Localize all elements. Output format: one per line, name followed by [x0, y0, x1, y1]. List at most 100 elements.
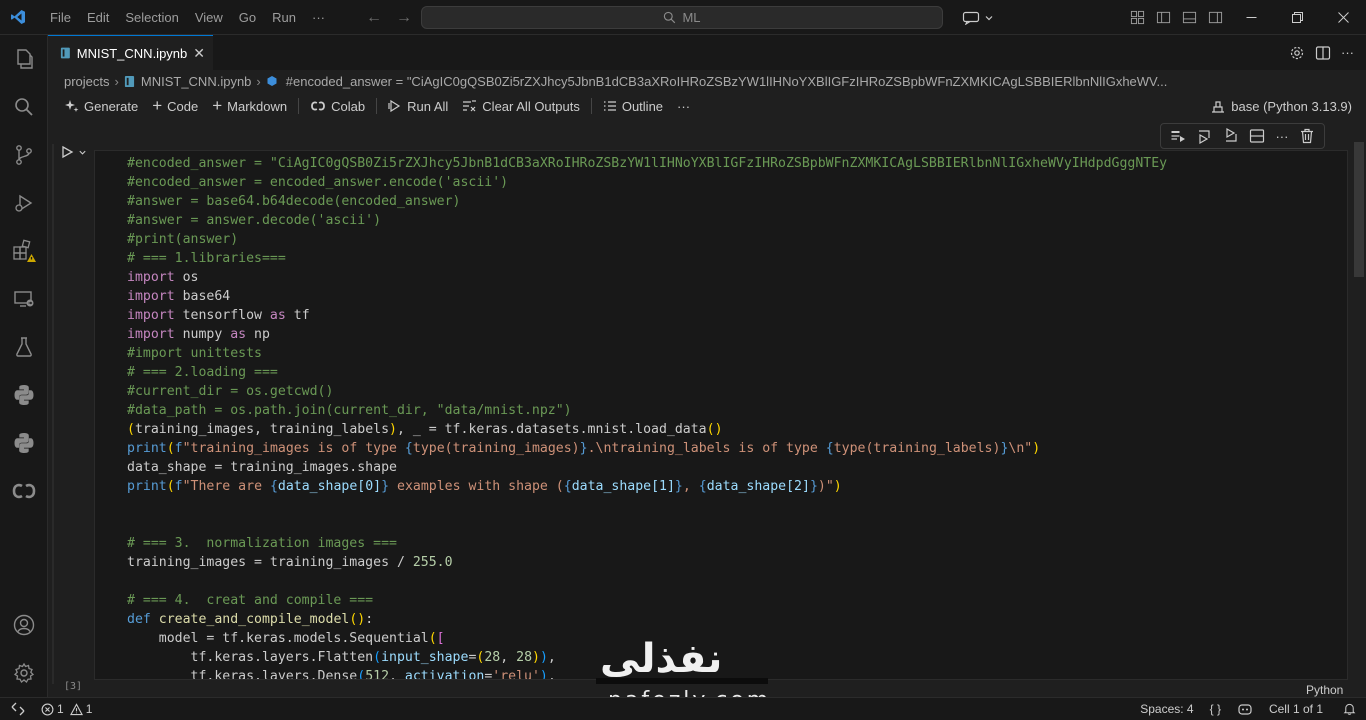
- code-line[interactable]: #data_path = os.path.join(current_dir, "…: [127, 401, 1167, 420]
- code-line[interactable]: #answer = answer.decode('ascii'): [127, 211, 1167, 230]
- code-line[interactable]: training_images = training_images / 255.…: [127, 553, 1167, 572]
- search-view-icon[interactable]: [0, 83, 48, 131]
- code-line[interactable]: import tensorflow as tf: [127, 306, 1167, 325]
- code-line[interactable]: #print(answer): [127, 230, 1167, 249]
- code-token: {: [269, 479, 278, 494]
- run-cell-and-below-icon[interactable]: [1223, 128, 1239, 144]
- manage-gear-icon[interactable]: [0, 649, 48, 697]
- source-control-icon[interactable]: [0, 131, 48, 179]
- code-line[interactable]: #encoded_answer = "CiAgIC0gQSB0Zi5rZXJhc…: [127, 154, 1167, 173]
- python-icon[interactable]: [0, 371, 48, 419]
- menu-more[interactable]: ···: [304, 0, 333, 35]
- restore-icon[interactable]: [1274, 0, 1320, 35]
- vscode-logo-icon[interactable]: [0, 0, 35, 35]
- close-tab-icon[interactable]: ✕: [193, 45, 205, 62]
- explorer-icon[interactable]: [0, 35, 48, 83]
- extensions-icon[interactable]: [0, 227, 48, 275]
- menu-view[interactable]: View: [187, 0, 231, 35]
- split-cell-icon[interactable]: [1249, 128, 1265, 144]
- code-token: }: [674, 479, 683, 494]
- code-line[interactable]: #import unittests: [127, 344, 1167, 363]
- delete-cell-icon[interactable]: [1299, 128, 1315, 144]
- colab-button[interactable]: Colab: [303, 99, 372, 114]
- customize-layout-icon[interactable]: [1124, 0, 1150, 35]
- code-line[interactable]: tf.keras.layers.Flatten(input_shape=(28,…: [127, 648, 1167, 667]
- chevron-down-icon[interactable]: [78, 148, 87, 157]
- code-line[interactable]: model = tf.keras.models.Sequential([: [127, 629, 1167, 648]
- toggle-panel-icon[interactable]: [1176, 0, 1202, 35]
- breadcrumb-file[interactable]: MNIST_CNN.ipynb: [141, 74, 252, 89]
- forward-arrow-icon[interactable]: →: [396, 9, 412, 27]
- code-line[interactable]: def create_and_compile_model():: [127, 610, 1167, 629]
- close-window-icon[interactable]: [1320, 0, 1366, 35]
- code-line[interactable]: #answer = base64.b64decode(encoded_answe…: [127, 192, 1167, 211]
- run-all-button[interactable]: Run All: [381, 99, 455, 114]
- generate-button[interactable]: Generate: [58, 99, 145, 114]
- cell-language-label[interactable]: Python: [1306, 683, 1343, 697]
- code-line[interactable]: (training_images, training_labels), _ = …: [127, 420, 1167, 439]
- code-line[interactable]: [127, 572, 1167, 591]
- code-line[interactable]: import os: [127, 268, 1167, 287]
- code-line[interactable]: import base64: [127, 287, 1167, 306]
- code-line[interactable]: print(f"training_images is of type {type…: [127, 439, 1167, 458]
- cell-position-status[interactable]: Cell 1 of 1: [1259, 702, 1333, 716]
- menu-selection[interactable]: Selection: [117, 0, 186, 35]
- run-debug-icon[interactable]: [0, 179, 48, 227]
- code-line[interactable]: # === 3. normalization images ===: [127, 534, 1167, 553]
- menu-edit[interactable]: Edit: [79, 0, 117, 35]
- clear-all-outputs-button[interactable]: Clear All Outputs: [455, 99, 587, 114]
- toggle-secondary-sidebar-icon[interactable]: [1202, 0, 1228, 35]
- cell-more-actions-icon[interactable]: ···: [1275, 129, 1288, 144]
- code-line[interactable]: #encoded_answer = encoded_answer.encode(…: [127, 173, 1167, 192]
- code-line[interactable]: # === 4. creat and compile ===: [127, 591, 1167, 610]
- copilot-chat-button[interactable]: [953, 6, 1003, 29]
- tab-mnist-notebook[interactable]: MNIST_CNN.ipynb ✕: [48, 35, 213, 70]
- problems-indicator[interactable]: 1 1: [35, 702, 98, 716]
- code-line[interactable]: [127, 515, 1167, 534]
- breadcrumb-folder[interactable]: projects: [64, 74, 110, 89]
- more-toolbar-actions[interactable]: ···: [670, 99, 697, 114]
- indentation-status[interactable]: Spaces: 4: [1134, 702, 1199, 716]
- breadcrumb-symbol[interactable]: #encoded_answer = "CiAgIC0gQSB0Zi5rZXJhc…: [286, 74, 1168, 89]
- code-line[interactable]: # === 2.loading ===: [127, 363, 1167, 382]
- minimize-icon[interactable]: [1228, 0, 1274, 35]
- remote-indicator[interactable]: [0, 698, 35, 720]
- menu-file[interactable]: File: [42, 0, 79, 35]
- toggle-primary-sidebar-icon[interactable]: [1150, 0, 1176, 35]
- testing-icon[interactable]: [0, 323, 48, 371]
- title-bar: File Edit Selection View Go Run ··· ← → …: [0, 0, 1366, 35]
- code-line[interactable]: #current_dir = os.getcwd(): [127, 382, 1167, 401]
- notifications-bell-icon[interactable]: [1333, 702, 1366, 716]
- code-line[interactable]: import numpy as np: [127, 325, 1167, 344]
- back-arrow-icon[interactable]: ←: [366, 9, 382, 27]
- python-environments-icon[interactable]: [0, 419, 48, 467]
- breadcrumb: projects › MNIST_CNN.ipynb › #encoded_an…: [48, 70, 1366, 92]
- language-braces-icon[interactable]: { }: [1200, 702, 1231, 716]
- code-line[interactable]: data_shape = training_images.shape: [127, 458, 1167, 477]
- run-cell-and-above-icon[interactable]: [1196, 128, 1212, 144]
- execute-cell-button[interactable]: [60, 145, 87, 159]
- code-line[interactable]: print(f"There are {data_shape[0]} exampl…: [127, 477, 1167, 496]
- menu-run[interactable]: Run: [264, 0, 304, 35]
- kernel-picker[interactable]: base (Python 3.13.9): [1211, 93, 1352, 119]
- code-token: data_shape[2]: [706, 479, 810, 494]
- editor-scrollbar[interactable]: [1354, 142, 1364, 277]
- add-code-cell-button[interactable]: + Code: [145, 96, 205, 116]
- colab-icon[interactable]: [0, 467, 48, 515]
- more-actions-icon[interactable]: ···: [1341, 45, 1354, 60]
- remote-explorer-icon[interactable]: [0, 275, 48, 323]
- split-editor-icon[interactable]: [1315, 45, 1331, 61]
- code-line[interactable]: [127, 496, 1167, 515]
- code-line[interactable]: # === 1.libraries===: [127, 249, 1167, 268]
- account-icon[interactable]: [0, 601, 48, 649]
- add-markdown-cell-button[interactable]: + Markdown: [205, 96, 294, 116]
- copilot-icon[interactable]: [1231, 702, 1259, 716]
- settings-gear-icon[interactable]: [1289, 45, 1305, 61]
- outline-button[interactable]: Outline: [596, 99, 670, 114]
- menu-go[interactable]: Go: [231, 0, 264, 35]
- execute-above-icon[interactable]: [1170, 128, 1186, 144]
- code-editor[interactable]: #encoded_answer = "CiAgIC0gQSB0Zi5rZXJhc…: [94, 150, 1348, 680]
- command-center-search[interactable]: ML: [421, 6, 943, 29]
- code-line[interactable]: tf.keras.layers.Dense(512, activation='r…: [127, 667, 1167, 679]
- search-icon: [664, 11, 676, 24]
